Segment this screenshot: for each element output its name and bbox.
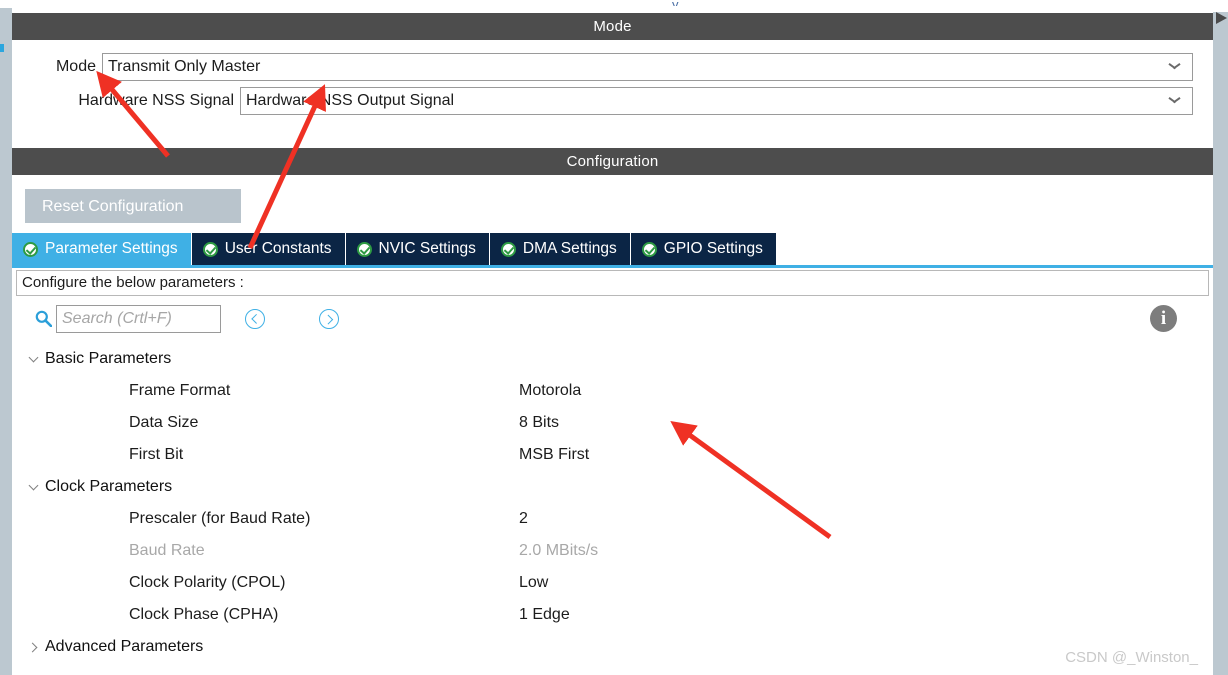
- tab-nvic-settings[interactable]: NVIC Settings: [345, 233, 490, 265]
- parameter-group-basic-parameters[interactable]: Basic Parameters: [16, 343, 1209, 375]
- parameter-name: Clock Phase (CPHA): [129, 606, 279, 623]
- parameter-group-label: Advanced Parameters: [45, 638, 204, 655]
- tab-label: User Constants: [224, 240, 332, 257]
- parameter-row[interactable]: Prescaler (for Baud Rate) 2: [16, 503, 1209, 535]
- search-input[interactable]: [56, 305, 221, 333]
- tab-user-constants[interactable]: User Constants: [191, 233, 346, 265]
- configure-parameters-hint: Configure the below parameters :: [16, 270, 1209, 296]
- chevron-right-icon[interactable]: [27, 640, 41, 654]
- parameter-row[interactable]: Frame Format Motorola: [16, 375, 1209, 407]
- chevron-left-circle-icon[interactable]: [245, 309, 265, 329]
- parameter-value[interactable]: 2: [519, 510, 528, 528]
- watermark: CSDN @_Winston_: [1065, 649, 1198, 666]
- parameter-name: Data Size: [129, 414, 199, 431]
- parameter-group-clock-parameters[interactable]: Clock Parameters: [16, 471, 1209, 503]
- search-row: [16, 301, 1209, 337]
- parameter-value[interactable]: Motorola: [519, 382, 581, 400]
- tab-dma-settings[interactable]: DMA Settings: [489, 233, 631, 265]
- parameter-name: Baud Rate: [129, 542, 205, 559]
- parameter-value[interactable]: 1 Edge: [519, 606, 570, 624]
- chevron-right-circle-icon[interactable]: [319, 309, 339, 329]
- parameter-value[interactable]: 8 Bits: [519, 414, 559, 432]
- search-icon: [35, 310, 52, 327]
- parameter-name: Frame Format: [129, 382, 231, 399]
- vertical-scrollbar[interactable]: [1213, 12, 1228, 675]
- parameter-row[interactable]: Data Size 8 Bits: [16, 407, 1209, 439]
- mode-panel: Mode Transmit Only Master Hardware NSS S…: [12, 40, 1213, 136]
- configuration-panel-title: Configuration: [12, 148, 1213, 175]
- scroll-arrow-icon[interactable]: [1216, 12, 1227, 24]
- info-icon[interactable]: i: [1150, 305, 1177, 332]
- hardware-nss-signal-value: Hardware NSS Output Signal: [246, 92, 455, 109]
- tab-strip: Parameter Settings User Constants NVIC Set…: [12, 233, 1213, 265]
- mode-dropdown-value: Transmit Only Master: [108, 58, 261, 75]
- parameter-row[interactable]: First Bit MSB First: [16, 439, 1209, 471]
- mode-row: Hardware NSS Signal Hardware NSS Output …: [12, 87, 1193, 115]
- parameter-value[interactable]: Low: [519, 574, 548, 592]
- tab-label: DMA Settings: [522, 240, 617, 257]
- parameter-group-advanced-parameters[interactable]: Advanced Parameters: [16, 631, 1209, 663]
- tab-strip-filler: [776, 233, 1213, 265]
- tab-parameter-settings[interactable]: Parameter Settings: [12, 233, 192, 265]
- parameter-row[interactable]: Clock Phase (CPHA) 1 Edge: [16, 599, 1209, 631]
- hardware-nss-signal-dropdown[interactable]: Hardware NSS Output Signal: [240, 87, 1193, 115]
- chevron-down-icon[interactable]: [1169, 97, 1180, 104]
- parameter-tree: Basic Parameters Frame Format Motorola Data…: [16, 343, 1209, 673]
- tab-label: Parameter Settings: [45, 240, 178, 257]
- left-accent-tick: [0, 44, 4, 52]
- check-circle-icon: [202, 241, 218, 257]
- parameter-name: Prescaler (for Baud Rate): [129, 510, 311, 527]
- check-circle-icon: [23, 241, 38, 257]
- mode-panel-title: Mode: [12, 13, 1213, 40]
- left-gutter: [0, 8, 12, 675]
- mode-label: Mode: [55, 58, 96, 75]
- tab-underline: [12, 265, 1213, 268]
- chevron-down-icon[interactable]: [27, 480, 41, 494]
- parameter-name: First Bit: [129, 446, 184, 463]
- tab-label: NVIC Settings: [378, 240, 476, 257]
- parameter-value[interactable]: MSB First: [519, 446, 589, 464]
- parameter-row[interactable]: Baud Rate 2.0 MBits/s: [16, 535, 1209, 567]
- tab-label: GPIO Settings: [663, 240, 763, 257]
- spi-configuration-screen: y Mode Mode Transmit Only Master Hardwar…: [0, 0, 1228, 675]
- parameter-row[interactable]: Clock Polarity (CPOL) Low: [16, 567, 1209, 599]
- reset-configuration-button[interactable]: Reset Configuration: [25, 189, 241, 223]
- parameter-group-label: Basic Parameters: [45, 350, 172, 367]
- check-circle-icon: [356, 241, 372, 257]
- configuration-panel: Reset Configuration Parameter Settings Us…: [12, 175, 1213, 675]
- tab-gpio-settings[interactable]: GPIO Settings: [630, 233, 777, 265]
- chevron-down-icon[interactable]: [27, 352, 41, 366]
- check-circle-icon: [500, 241, 516, 257]
- parameter-value[interactable]: 2.0 MBits/s: [519, 542, 598, 560]
- mode-dropdown[interactable]: Transmit Only Master: [102, 53, 1193, 81]
- parameter-group-label: Clock Parameters: [45, 478, 173, 495]
- check-circle-icon: [641, 241, 657, 257]
- parameter-name: Clock Polarity (CPOL): [129, 574, 286, 591]
- chevron-down-icon[interactable]: [1169, 63, 1180, 70]
- clipped-top-glyph: y: [672, 0, 686, 6]
- mode-row: Mode Transmit Only Master: [12, 53, 1193, 81]
- hardware-nss-signal-label: Hardware NSS Signal: [78, 92, 234, 109]
